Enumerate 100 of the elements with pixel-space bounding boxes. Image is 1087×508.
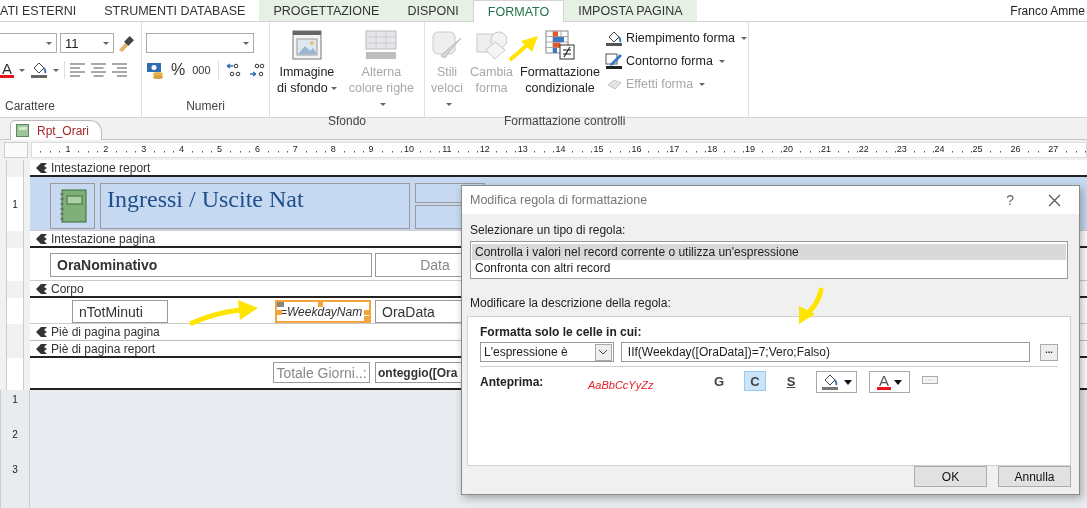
expression-field[interactable]: IIf(Weekday([OraData])=7;Vero;Falso) — [620, 342, 1031, 362]
ruler-number: 18 — [706, 144, 719, 154]
ruler-number: 23 — [895, 144, 908, 154]
currency-icon[interactable] — [146, 61, 164, 79]
dialog-button[interactable]: OK — [914, 466, 987, 487]
shape-outline-button[interactable]: Contorno forma — [605, 51, 748, 71]
picture-icon — [291, 30, 322, 60]
ruler-number: 26 — [1009, 144, 1022, 154]
font-color-button[interactable]: A — [869, 371, 910, 393]
ruler-number: 21 — [819, 144, 832, 154]
ruler-number: 9 — [367, 144, 375, 154]
ruler-number: 25 — [971, 144, 984, 154]
section-title: Piè di pagina pagina — [51, 325, 160, 339]
section-selector-icon — [36, 343, 47, 354]
ruler-number: 3 — [140, 144, 148, 154]
decimal-decrease-icon[interactable] — [248, 62, 265, 78]
report-icon — [16, 124, 29, 137]
pencil-icon — [605, 52, 623, 70]
shapes-icon — [474, 30, 509, 60]
caret-icon — [53, 68, 59, 72]
number-format-dropdown[interactable] — [146, 33, 254, 53]
section-selector-icon — [36, 162, 47, 173]
ribbon-tab[interactable]: FORMATO — [472, 0, 565, 22]
section-header[interactable]: Intestazione report — [30, 160, 1087, 177]
ruler-number: 12 — [478, 144, 491, 154]
ruler-number: 1 — [12, 198, 18, 210]
dialog-title: Modifica regola di formattazione — [470, 193, 648, 207]
font-color-button[interactable]: A — [0, 62, 25, 78]
conditional-formatting-button[interactable]: Formattazione condizionale — [518, 25, 602, 114]
align-center-icon[interactable] — [91, 63, 107, 77]
group-label: Carattere — [4, 99, 57, 115]
ruler-number: 24 — [933, 144, 946, 154]
report-title[interactable]: Ingressi / Uscite Nat — [100, 183, 410, 229]
group-label: Sfondo — [326, 114, 367, 128]
table-rows-icon — [364, 30, 399, 60]
condition-dropdown[interactable]: L'espressione è — [480, 342, 614, 362]
ribbon-tab[interactable]: IMPOSTA PAGINA — [564, 0, 697, 21]
background-image-button[interactable]: Immagine di sfondo — [274, 25, 340, 114]
dialog-button[interactable]: Annulla — [998, 466, 1071, 487]
ruler-number: 1 — [12, 394, 18, 405]
label-control[interactable]: Totale Giorni..: — [273, 362, 370, 383]
ruler-number: 16 — [630, 144, 643, 154]
text-box[interactable]: OraNominativo — [50, 253, 372, 277]
ruler-number: 19 — [744, 144, 757, 154]
ruler-number: 1 — [64, 144, 72, 154]
chevron-down-icon — [598, 349, 609, 355]
ruler-number: 27 — [1047, 144, 1060, 154]
format-toggle[interactable]: G — [708, 371, 730, 391]
shape-fill-button[interactable]: Riempimento forma — [605, 28, 748, 48]
ruler-number: 3 — [12, 464, 18, 475]
percent-style-button[interactable]: % — [171, 61, 186, 79]
thousands-separator-button[interactable]: 000 — [192, 64, 211, 76]
format-toggle[interactable]: C — [744, 371, 766, 391]
ruler-number: 17 — [668, 144, 681, 154]
format-toggle[interactable]: S — [780, 371, 802, 391]
ribbon-tab[interactable]: PROGETTAZIONE — [259, 0, 394, 21]
conditional-format-icon — [545, 30, 576, 60]
document-tab[interactable]: Rpt_Orari — [10, 120, 102, 140]
paint-bucket-icon — [605, 29, 623, 47]
decimal-increase-icon[interactable] — [225, 62, 242, 78]
font-name-dropdown[interactable] — [0, 33, 57, 53]
close-icon[interactable] — [1048, 193, 1061, 207]
preview-text: AaBbCcYyZz — [588, 379, 655, 391]
section-selector-icon — [36, 233, 47, 244]
fill-color-button[interactable] — [30, 61, 59, 79]
caret-icon — [894, 379, 902, 385]
group-label: Formattazione controlli — [503, 114, 627, 128]
ruler-number: 2 — [12, 429, 18, 440]
ruler-number: 6 — [253, 144, 261, 154]
ribbon-tab[interactable]: ATI ESTERNI — [0, 0, 91, 21]
user-name: Franco Amme — [1010, 3, 1086, 18]
label-icon — [922, 376, 938, 384]
fill-color-button[interactable] — [816, 371, 857, 393]
image-control[interactable] — [50, 183, 95, 229]
help-button[interactable]: ? — [1006, 192, 1014, 208]
caret-icon — [19, 68, 25, 72]
section-title: Piè di pagina report — [51, 341, 156, 356]
section-selector-icon — [36, 327, 47, 337]
brush-square-icon — [431, 30, 463, 60]
group-label: Numeri — [185, 99, 226, 115]
caret-icon — [103, 41, 109, 45]
text-box[interactable]: =WeekdayNam — [275, 300, 371, 323]
font-size-dropdown[interactable]: 11 — [60, 33, 114, 53]
ruler-number: 15 — [592, 144, 605, 154]
align-left-icon[interactable] — [70, 63, 86, 77]
ruler-number: 11 — [441, 144, 453, 154]
format-painter-icon[interactable] — [117, 34, 135, 52]
align-right-icon[interactable] — [112, 63, 128, 77]
paint-bucket-icon — [30, 61, 48, 79]
ribbon-tab[interactable]: DISPONI — [393, 0, 473, 21]
ruler-number: 2 — [102, 144, 110, 154]
caret-icon — [243, 41, 249, 45]
annotation-arrow — [508, 34, 540, 62]
ribbon-tab[interactable]: STRUMENTI DATABASE — [90, 0, 260, 21]
list-item[interactable]: Controlla i valori nel record corrente o utilizza un'espressione — [472, 244, 1066, 260]
ruler-number: 7 — [291, 144, 299, 154]
builder-button[interactable]: ... — [1040, 343, 1058, 361]
ruler-number: 14 — [554, 144, 567, 154]
ruler-number: 8 — [329, 144, 337, 154]
text-box[interactable]: nTotMinuti — [72, 300, 168, 323]
